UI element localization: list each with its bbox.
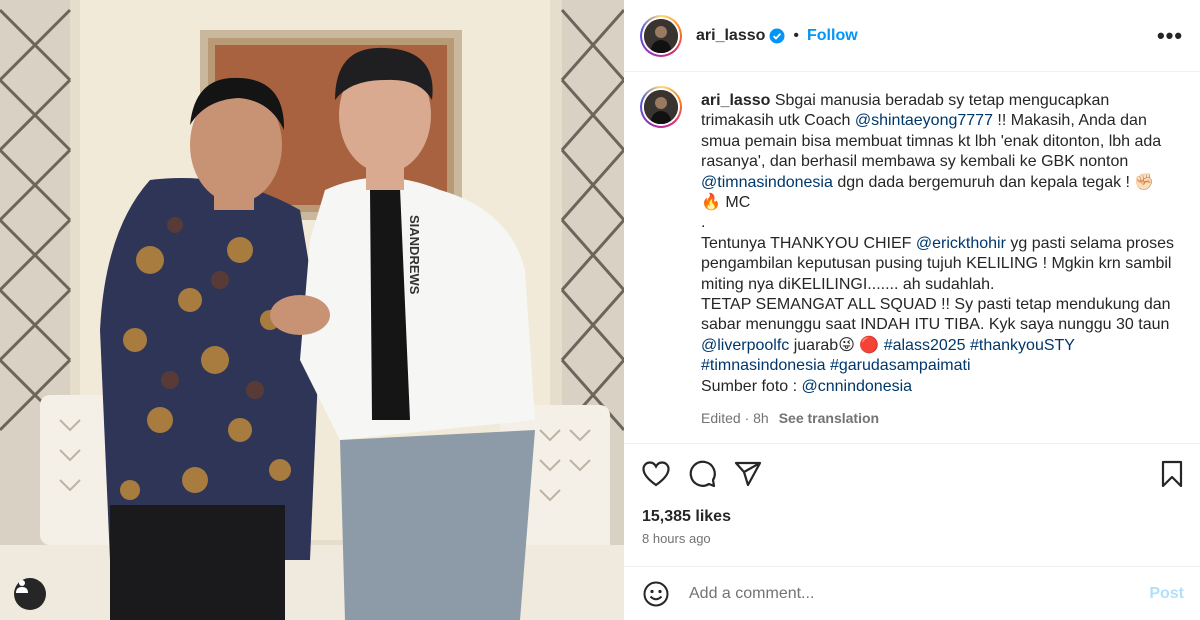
caption-avatar-image bbox=[644, 90, 678, 124]
share-icon bbox=[734, 461, 762, 487]
share-button[interactable] bbox=[732, 458, 764, 490]
heart-icon bbox=[642, 461, 670, 487]
photo-image: SIANDREWS bbox=[0, 0, 624, 620]
avatar[interactable] bbox=[640, 14, 682, 57]
post-header: ari_lasso • Follow bbox=[624, 0, 1200, 72]
caption-link[interactable]: @erickthohir bbox=[916, 235, 1006, 252]
comment-icon bbox=[689, 460, 716, 488]
caption-link[interactable]: @liverpoolfc bbox=[701, 337, 789, 354]
post-time: 8 hours ago bbox=[642, 531, 711, 546]
caption-segment: TETAP SEMANGAT ALL SQUAD !! Sy pasti tet… bbox=[701, 296, 1171, 334]
header-separator: • bbox=[793, 26, 799, 44]
caption-link[interactable]: #thankyouSTY bbox=[970, 337, 1075, 354]
like-button[interactable] bbox=[640, 458, 672, 490]
avatar-image bbox=[644, 18, 678, 53]
more-options-button[interactable]: ••• bbox=[1156, 23, 1184, 48]
post-side-panel: ari_lasso • Follow ••• ari_lasso Sbgai m… bbox=[624, 0, 1200, 620]
see-translation-link[interactable]: See translation bbox=[779, 410, 879, 426]
more-icon: ••• bbox=[1156, 23, 1184, 48]
emoji-button[interactable] bbox=[642, 580, 670, 608]
caption-text: ari_lasso Sbgai manusia beradab sy tetap… bbox=[701, 91, 1185, 397]
caption-link[interactable]: @shintaeyong7777 bbox=[855, 112, 993, 129]
caption-avatar[interactable] bbox=[640, 86, 682, 128]
caption-segment: . bbox=[701, 214, 706, 232]
comment-input[interactable] bbox=[689, 584, 1119, 603]
caption-section: ari_lasso Sbgai manusia beradab sy tetap… bbox=[624, 72, 1200, 444]
bookmark-icon bbox=[1161, 460, 1183, 488]
user-tag-button[interactable] bbox=[14, 578, 46, 610]
verified-badge-icon bbox=[769, 28, 785, 44]
action-bar bbox=[624, 452, 1200, 496]
caption-username[interactable]: ari_lasso bbox=[701, 92, 770, 109]
caption-link[interactable]: @timnasindonesia bbox=[701, 174, 833, 191]
caption-segment: juarab😜 🔴 bbox=[789, 336, 884, 354]
header-username[interactable]: ari_lasso bbox=[696, 27, 765, 45]
caption-link[interactable]: @cnnindonesia bbox=[802, 378, 913, 395]
jacket-text: SIANDREWS bbox=[407, 215, 422, 295]
caption-link[interactable]: #timnasindonesia bbox=[701, 357, 826, 374]
user-tag-icon bbox=[16, 580, 28, 593]
emoji-icon bbox=[643, 581, 669, 606]
post-comment-button[interactable]: Post bbox=[1149, 585, 1184, 603]
post-photo[interactable]: SIANDREWS bbox=[0, 0, 624, 620]
caption-segment: dgn dada bergemuruh dan kepala tegak ! ✊… bbox=[832, 173, 1155, 191]
save-button[interactable] bbox=[1156, 458, 1188, 490]
comment-bar: Post bbox=[624, 566, 1200, 620]
comment-button[interactable] bbox=[686, 458, 718, 490]
caption-link[interactable]: #garudasampaimati bbox=[830, 357, 971, 374]
caption-link[interactable]: #alass2025 bbox=[884, 337, 966, 354]
caption-meta: Edited · 8h See translation bbox=[701, 410, 879, 426]
follow-button[interactable]: Follow bbox=[807, 27, 858, 45]
caption-segment: 🔥 MC bbox=[701, 194, 751, 212]
caption-segment: Tentunya THANKYOU CHIEF bbox=[701, 234, 916, 252]
edited-label: Edited · 8h bbox=[701, 410, 769, 426]
likes-count[interactable]: 15,385 likes bbox=[642, 508, 731, 526]
caption-segment: Sumber foto : bbox=[701, 377, 802, 395]
